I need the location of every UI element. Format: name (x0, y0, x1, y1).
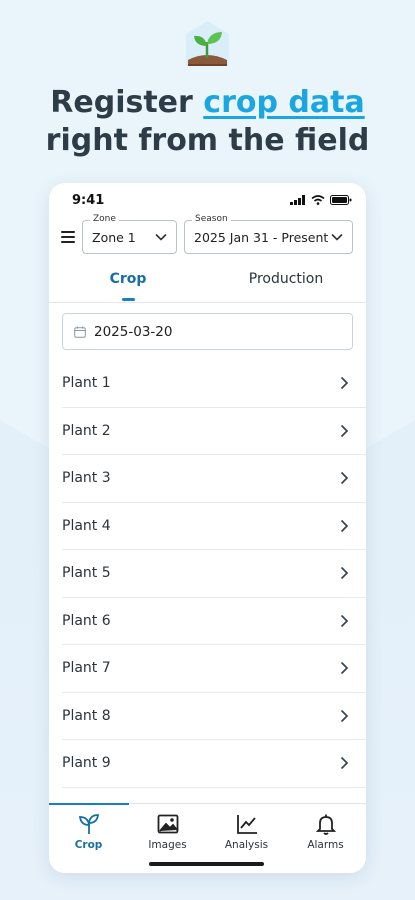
tab-production[interactable]: Production (207, 271, 365, 287)
plant-label: Plant 3 (62, 470, 111, 486)
headline-line-2: right from the field (45, 123, 370, 158)
tab-crop[interactable]: Crop (49, 271, 207, 287)
date-picker-field[interactable]: 2025-03-20 (62, 313, 353, 350)
chevron-right-icon (340, 376, 349, 390)
plant-list-item[interactable]: Plant 7 (62, 645, 366, 693)
headline-prefix: Register (50, 85, 204, 120)
nav-label-alarms: Alarms (307, 839, 344, 851)
home-indicator (149, 862, 264, 866)
plant-list-item[interactable]: Plant 3 (62, 455, 366, 503)
battery-icon (330, 195, 352, 205)
chevron-right-icon (340, 614, 349, 627)
nav-label-images: Images (148, 839, 187, 851)
plant-list-item[interactable]: Plant 8 (62, 693, 366, 740)
date-value: 2025-03-20 (94, 324, 173, 340)
plant-label: Plant 7 (62, 660, 111, 676)
plant-list-item[interactable]: Plant 1 (62, 360, 366, 408)
nav-item-images[interactable]: Images (128, 812, 207, 851)
plant-list-item[interactable]: Plant 4 (62, 503, 366, 550)
nav-item-analysis[interactable]: Analysis (207, 812, 286, 851)
plant-label: Plant 9 (62, 755, 111, 771)
nav-item-alarms[interactable]: Alarms (286, 812, 365, 851)
plant-label: Plant 5 (62, 565, 111, 581)
sprout-icon (78, 814, 99, 834)
chart-icon (236, 815, 257, 834)
tab-active-indicator (122, 298, 135, 301)
plant-list-item[interactable]: Plant 6 (62, 598, 366, 645)
phone-frame: 9:41 Zone Zone 1 Season 2025 Jan 31 - Pr… (49, 183, 366, 873)
zone-select[interactable]: Zone Zone 1 (82, 214, 177, 254)
calendar-icon (74, 326, 86, 338)
chevron-right-icon (340, 709, 349, 722)
nav-label-analysis: Analysis (224, 839, 269, 851)
season-value: 2025 Jan 31 - Present (194, 230, 329, 245)
plant-label: Plant 4 (62, 517, 111, 534)
chevron-right-icon (340, 756, 349, 770)
plant-label: Plant 1 (62, 375, 111, 391)
filter-controls: Zone Zone 1 Season 2025 Jan 31 - Present (49, 214, 366, 256)
app-logo-icon (185, 20, 230, 67)
chevron-down-icon (331, 233, 343, 241)
plant-label: Plant 6 (62, 612, 111, 629)
season-legend: Season (192, 214, 231, 224)
bell-icon (315, 814, 336, 835)
hamburger-menu-icon[interactable] (61, 231, 75, 243)
headline-accent-link[interactable]: crop data (203, 85, 364, 120)
nav-label-crop: Crop (74, 839, 103, 851)
plant-list-item[interactable]: Plant 2 (62, 408, 366, 455)
chevron-right-icon (340, 661, 349, 675)
plant-list: Plant 1 Plant 2 Plant 3 Plant 4 Plant 5 Plant… (62, 360, 366, 788)
headline: Register crop data right from the field (0, 84, 415, 160)
plant-label: Plant 8 (62, 707, 111, 724)
headline-line-1: Register crop data (0, 84, 415, 122)
plant-list-item[interactable]: Plant 5 (62, 550, 366, 598)
chevron-right-icon (340, 519, 349, 532)
zone-legend: Zone (90, 214, 119, 224)
wifi-icon (311, 195, 325, 205)
chevron-right-icon (340, 566, 349, 580)
nav-item-crop[interactable]: Crop (49, 812, 128, 851)
season-select[interactable]: Season 2025 Jan 31 - Present (184, 214, 353, 254)
status-time: 9:41 (72, 193, 105, 208)
bottom-navigation: Crop Images Analysis Alarms (49, 803, 366, 873)
tab-bar: Crop Production (49, 271, 366, 303)
status-bar: 9:41 (49, 193, 366, 211)
signal-icon (290, 195, 305, 205)
plant-list-item[interactable]: Plant 9 (62, 740, 366, 788)
nav-active-indicator (49, 803, 129, 805)
zone-value: Zone 1 (92, 230, 136, 245)
chevron-right-icon (340, 471, 349, 485)
image-icon (157, 814, 178, 834)
status-icons (290, 195, 352, 205)
chevron-right-icon (340, 424, 349, 437)
chevron-down-icon (155, 233, 167, 241)
plant-label: Plant 2 (62, 422, 111, 439)
